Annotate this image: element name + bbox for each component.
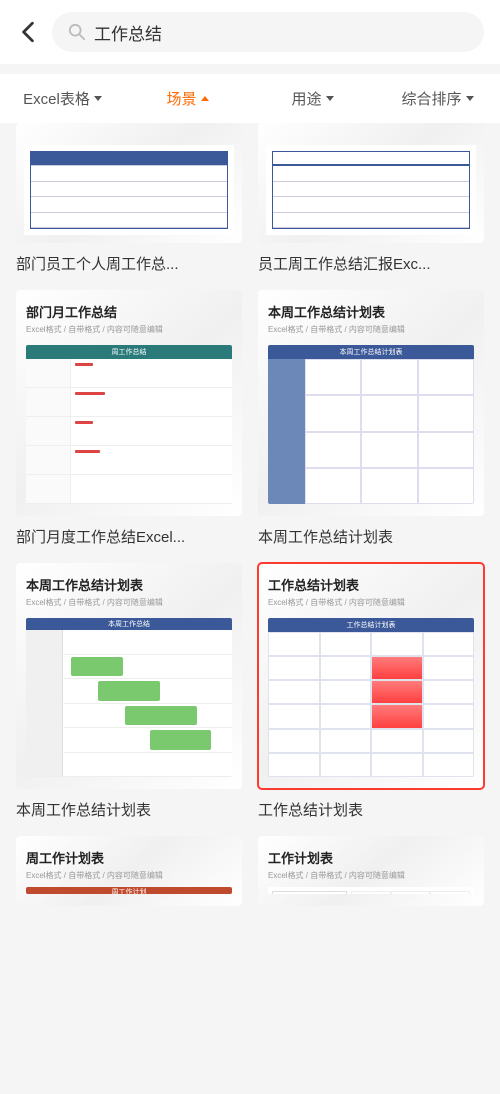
search-input[interactable] [94,22,468,42]
thumb-preview [268,887,474,894]
thumb-title: 本周工作总结计划表 [26,575,232,594]
template-card[interactable]: 部门员工个人周工作总... [16,123,242,274]
thumb-title: 工作总结计划表 [268,575,474,594]
thumb-title: 本周工作总结计划表 [268,302,474,321]
thumb-subtitle: Excel格式 / 自带格式 / 内容可随意编辑 [268,597,474,608]
filter-excel[interactable]: Excel表格 [0,88,125,109]
thumb-preview: 周工作计划 [26,887,232,894]
thumb-subtitle: Excel格式 / 自带格式 / 内容可随意编辑 [26,324,232,335]
template-card[interactable]: 员工周工作总结汇报Exc... [258,123,484,274]
chevron-up-icon [201,96,209,101]
template-caption: 部门月度工作总结Excel... [16,526,242,547]
back-button[interactable] [16,20,40,44]
thumb-preview: 工作总结计划表 [268,618,474,777]
template-caption: 部门员工个人周工作总... [16,253,242,274]
chevron-down-icon [466,96,474,101]
template-card[interactable]: 本周工作总结计划表 Excel格式 / 自带格式 / 内容可随意编辑 本周工作总… [16,563,242,820]
search-bar[interactable] [52,12,484,52]
filter-sort[interactable]: 综合排序 [375,88,500,109]
template-card[interactable]: 本周工作总结计划表 Excel格式 / 自带格式 / 内容可随意编辑 本周工作总… [258,290,484,547]
thumb-subtitle: Excel格式 / 自带格式 / 内容可随意编辑 [26,597,232,608]
filter-scene[interactable]: 场景 [125,88,250,109]
thumb-subtitle: Excel格式 / 自带格式 / 内容可随意编辑 [268,324,474,335]
template-thumbnail: 部门月工作总结 Excel格式 / 自带格式 / 内容可随意编辑 周工作总结 [16,290,242,516]
template-card[interactable]: 周工作计划表 Excel格式 / 自带格式 / 内容可随意编辑 周工作计划 [16,836,242,906]
template-thumbnail: 工作总结计划表 Excel格式 / 自带格式 / 内容可随意编辑 工作总结计划表 [258,563,484,789]
thumb-preview: 本周工作总结 [26,618,232,777]
thumb-preview: 周工作总结 [26,345,232,504]
thumb-title: 周工作计划表 [26,848,232,867]
template-thumbnail [258,123,484,243]
filter-purpose[interactable]: 用途 [250,88,375,109]
template-caption: 本周工作总结计划表 [16,799,242,820]
thumb-title: 工作计划表 [268,848,474,867]
chevron-down-icon [326,96,334,101]
template-caption: 工作总结计划表 [258,799,484,820]
filter-label: 用途 [291,88,321,109]
template-thumbnail: 本周工作总结计划表 Excel格式 / 自带格式 / 内容可随意编辑 本周工作总… [16,563,242,789]
template-caption: 员工周工作总结汇报Exc... [258,253,484,274]
filter-bar: Excel表格 场景 用途 综合排序 [0,74,500,123]
chevron-down-icon [94,96,102,101]
thumb-subtitle: Excel格式 / 自带格式 / 内容可随意编辑 [26,870,232,881]
template-thumbnail [16,123,242,243]
filter-label: 综合排序 [401,88,461,109]
template-grid: 部门员工个人周工作总... 员工周工作总结汇报Exc... 部门月工作总结 Ex… [0,123,500,922]
header [0,0,500,64]
filter-label: 场景 [166,88,196,109]
template-card[interactable]: 工作计划表 Excel格式 / 自带格式 / 内容可随意编辑 [258,836,484,906]
thumb-preview: 本周工作总结计划表 [268,345,474,504]
thumb-subtitle: Excel格式 / 自带格式 / 内容可随意编辑 [268,870,474,881]
template-thumbnail: 工作计划表 Excel格式 / 自带格式 / 内容可随意编辑 [258,836,484,906]
chevron-left-icon [21,21,35,43]
template-card[interactable]: 部门月工作总结 Excel格式 / 自带格式 / 内容可随意编辑 周工作总结 部… [16,290,242,547]
template-thumbnail: 周工作计划表 Excel格式 / 自带格式 / 内容可随意编辑 周工作计划 [16,836,242,906]
filter-label: Excel表格 [23,88,90,109]
template-thumbnail: 本周工作总结计划表 Excel格式 / 自带格式 / 内容可随意编辑 本周工作总… [258,290,484,516]
template-caption: 本周工作总结计划表 [258,526,484,547]
thumb-title: 部门月工作总结 [26,302,232,321]
search-icon [68,23,86,41]
template-card-highlighted[interactable]: 工作总结计划表 Excel格式 / 自带格式 / 内容可随意编辑 工作总结计划表… [258,563,484,820]
